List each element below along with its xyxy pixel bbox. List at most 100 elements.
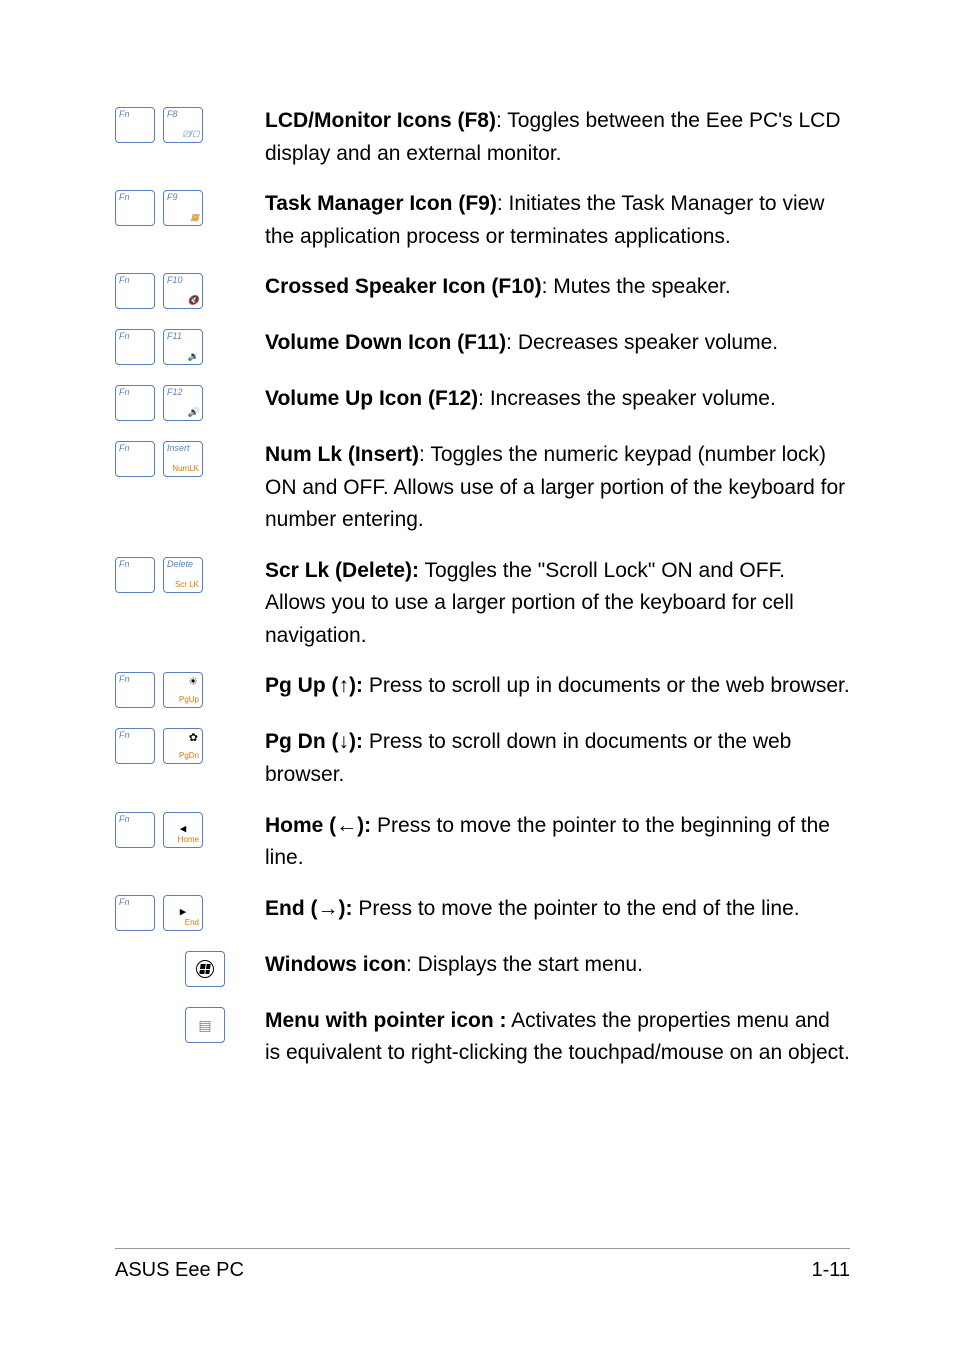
keycap: F11 🔉 bbox=[163, 329, 203, 365]
keycap-top-label: Fn bbox=[119, 731, 130, 740]
keycap: Fn bbox=[115, 329, 155, 365]
shortcut-label: End (→): bbox=[265, 897, 352, 920]
shortcut-label: Pg Up (↑): bbox=[265, 674, 363, 697]
separator: : bbox=[478, 387, 490, 410]
shortcut-text: Mutes the speaker. bbox=[553, 275, 730, 298]
shortcut-label: LCD/Monitor Icons (F8) bbox=[265, 109, 496, 132]
shortcut-row: Fn F8 ⎚/▢ LCD/Monitor Icons (F8): Toggles b… bbox=[115, 105, 850, 170]
keycap bbox=[185, 951, 225, 987]
shortcut-label: Volume Down Icon (F11) bbox=[265, 331, 506, 354]
keycap-top-label: Fn bbox=[119, 815, 130, 824]
shortcut-text: Displays the start menu. bbox=[418, 953, 643, 976]
footer-right: 1-11 bbox=[811, 1259, 850, 1282]
keycap: Delete Scr LK bbox=[163, 557, 203, 593]
keycap: Fn bbox=[115, 557, 155, 593]
keycap-bottom-icon: 🔇 bbox=[188, 296, 199, 305]
separator: : bbox=[506, 331, 518, 354]
keycap-top-label: Delete bbox=[167, 560, 193, 569]
keycap: Fn bbox=[115, 385, 155, 421]
key-group bbox=[115, 949, 265, 987]
shortcut-description: Volume Down Icon (F11): Decreases speake… bbox=[265, 327, 850, 360]
separator: : bbox=[542, 275, 554, 298]
keycap-symbol-icon: ☀ bbox=[188, 677, 198, 688]
shortcut-description: LCD/Monitor Icons (F8): Toggles between … bbox=[265, 105, 850, 170]
keycap-top-label: Fn bbox=[119, 388, 130, 397]
keycap: Fn bbox=[115, 812, 155, 848]
shortcut-description: Home (←): Press to move the pointer to t… bbox=[265, 810, 850, 875]
key-group: Fn✿PgDn bbox=[115, 726, 265, 764]
keycap-top-label: Insert bbox=[167, 444, 190, 453]
keycap: Fn bbox=[115, 190, 155, 226]
key-group: Fn F9 ▦ bbox=[115, 188, 265, 226]
keycap-sub-label: NumLK bbox=[172, 465, 199, 473]
content-area: Fn F8 ⎚/▢ LCD/Monitor Icons (F8): Toggles b… bbox=[115, 105, 850, 1088]
keycap: F9 ▦ bbox=[163, 190, 203, 226]
keycap-sub-label: End bbox=[185, 919, 199, 927]
keycap-sub-label: PgUp bbox=[179, 696, 199, 704]
keycap-sub-label: Scr LK bbox=[175, 581, 199, 589]
shortcut-description: Volume Up Icon (F12): Increases the spea… bbox=[265, 383, 850, 416]
shortcut-label: Crossed Speaker Icon (F10) bbox=[265, 275, 542, 298]
keycap-top-label: Fn bbox=[119, 193, 130, 202]
keycap-bottom-icon: 🔉 bbox=[188, 352, 199, 361]
keycap-top-label: F10 bbox=[167, 276, 183, 285]
key-group: Fn ☀ PgUp bbox=[115, 670, 265, 708]
keycap-top-label: Fn bbox=[119, 110, 130, 119]
keycap-top-label: F9 bbox=[167, 193, 178, 202]
keycap: F8 ⎚/▢ bbox=[163, 107, 203, 143]
shortcut-text: Increases the speaker volume. bbox=[490, 387, 776, 410]
keycap: Insert NumLK bbox=[163, 441, 203, 477]
shortcut-row: Fn F10 🔇 Crossed Speaker Icon (F10): Mutes … bbox=[115, 271, 850, 309]
separator: : bbox=[419, 443, 430, 466]
key-group: Fn Delete Scr LK bbox=[115, 555, 265, 593]
shortcut-row: Windows icon: Displays the start menu. bbox=[115, 949, 850, 987]
keycap-top-label: F8 bbox=[167, 110, 178, 119]
shortcut-label: Home (←): bbox=[265, 814, 371, 837]
shortcut-description: Scr Lk (Delete): Toggles the "Scroll Loc… bbox=[265, 555, 850, 653]
keycap-arrow-icon: ▸ bbox=[180, 904, 187, 917]
footer-left: ASUS Eee PC bbox=[115, 1259, 244, 1282]
keycap: Fn bbox=[115, 273, 155, 309]
shortcut-label: Scr Lk (Delete): bbox=[265, 559, 419, 582]
keycap: Fn bbox=[115, 672, 155, 708]
separator: : bbox=[496, 109, 507, 132]
shortcut-row: Fn✿PgDnPg Dn (↓): Press to scroll down i… bbox=[115, 726, 850, 791]
keycap-top-label: Fn bbox=[119, 898, 130, 907]
shortcut-description: Crossed Speaker Icon (F10): Mutes the sp… bbox=[265, 271, 850, 304]
windows-logo-icon bbox=[196, 960, 214, 978]
shortcut-description: Windows icon: Displays the start menu. bbox=[265, 949, 850, 982]
key-group: Fn◂Home bbox=[115, 810, 265, 848]
shortcut-text: Press to move the pointer to the end of … bbox=[358, 897, 799, 920]
keycap: ☀ PgUp bbox=[163, 672, 203, 708]
context-menu-icon: ▤ bbox=[198, 1018, 211, 1032]
shortcut-row: ▤ Menu with pointer icon : Activates the … bbox=[115, 1005, 850, 1070]
keycap-bottom-icon: ⎚/▢ bbox=[182, 130, 199, 139]
shortcut-description: End (→): Press to move the pointer to th… bbox=[265, 893, 850, 926]
keycap-bottom-icon: ▦ bbox=[190, 213, 199, 222]
keycap: Fn bbox=[115, 107, 155, 143]
shortcut-row: Fn ▸ End End (→): Press to move the pointer… bbox=[115, 893, 850, 931]
shortcut-label: Windows icon bbox=[265, 953, 406, 976]
keycap-top-label: Fn bbox=[119, 276, 130, 285]
keycap-arrow-icon: ◂ bbox=[180, 821, 187, 834]
shortcut-row: Fn F11 🔉 Volume Down Icon (F11): Decreases … bbox=[115, 327, 850, 365]
shortcut-text: Press to scroll up in documents or the w… bbox=[369, 674, 850, 697]
shortcut-row: Fn◂HomeHome (←): Press to move the point… bbox=[115, 810, 850, 875]
shortcut-row: FnF9▦Task Manager Icon (F9): Initiates t… bbox=[115, 188, 850, 253]
shortcut-label: Task Manager Icon (F9) bbox=[265, 192, 497, 215]
keycap-top-label: Fn bbox=[119, 560, 130, 569]
keycap-top-label: F11 bbox=[167, 332, 182, 341]
separator: : bbox=[497, 192, 509, 215]
keycap-top-label: F12 bbox=[167, 388, 183, 397]
keycap-symbol-icon: ✿ bbox=[189, 733, 198, 744]
separator: : bbox=[406, 953, 418, 976]
shortcut-row: Fn F12 🔊 Volume Up Icon (F12): Increases th… bbox=[115, 383, 850, 421]
page-footer: ASUS Eee PC 1-11 bbox=[115, 1248, 850, 1282]
keycap-top-label: Fn bbox=[119, 444, 130, 453]
shortcut-description: Menu with pointer icon : Activates the p… bbox=[265, 1005, 850, 1070]
keycap: F12 🔊 bbox=[163, 385, 203, 421]
key-group: Fn F11 🔉 bbox=[115, 327, 265, 365]
shortcut-description: Pg Up (↑): Press to scroll up in documen… bbox=[265, 670, 850, 703]
shortcut-label: Num Lk (Insert) bbox=[265, 443, 419, 466]
keycap-bottom-icon: 🔊 bbox=[188, 408, 199, 417]
